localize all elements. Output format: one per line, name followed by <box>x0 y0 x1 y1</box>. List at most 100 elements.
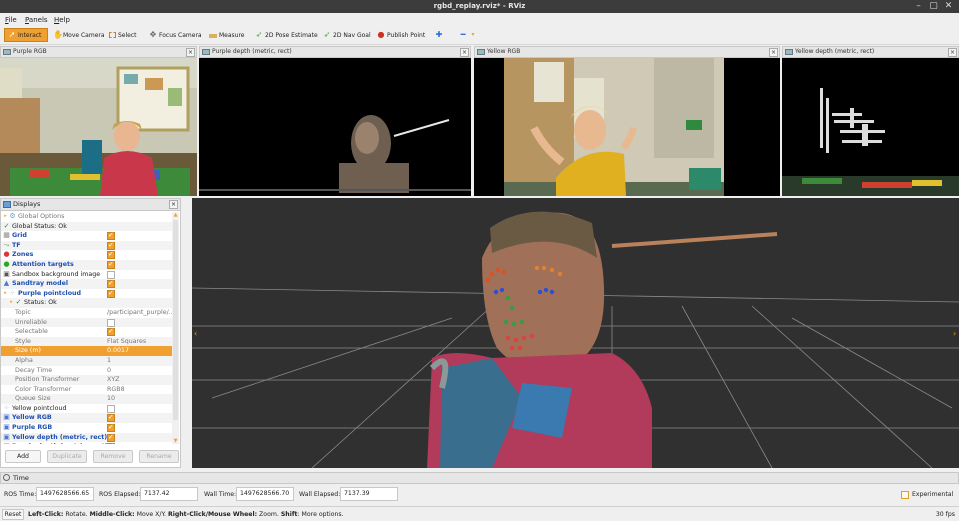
display-row[interactable]: ▣ Purple RGB <box>1 423 173 433</box>
display-row[interactable]: Alpha 1 <box>1 355 173 366</box>
display-row-label: Sandbox background image <box>12 270 101 278</box>
display-enable-checkbox[interactable] <box>107 433 115 442</box>
duplicate-display-button[interactable]: Duplicate <box>47 450 87 463</box>
display-row-value[interactable]: 0 <box>107 366 111 376</box>
display-row-value[interactable]: Flat Squares <box>107 337 146 347</box>
display-enable-checkbox[interactable] <box>107 260 115 270</box>
scroll-down-icon[interactable]: ▼ <box>172 438 179 444</box>
display-enable-checkbox[interactable] <box>107 231 115 241</box>
ros-elapsed-field[interactable]: 7137.42 <box>140 487 198 501</box>
display-enable-checkbox[interactable] <box>107 404 115 413</box>
nav-goal-tool-button[interactable]: ➶ 2D Nav Goal <box>320 28 374 42</box>
display-row[interactable]: ▣ Sandbox background image <box>1 270 173 280</box>
close-panel-button[interactable]: × <box>769 48 778 57</box>
display-row[interactable]: Unreliable <box>1 317 173 328</box>
image-icon <box>477 49 485 55</box>
display-row-label: Purple pointcloud <box>18 289 82 297</box>
publish-point-tool-button[interactable]: ● Publish Point <box>374 28 428 42</box>
display-enable-checkbox[interactable] <box>107 241 115 250</box>
display-enable-checkbox[interactable] <box>107 423 115 433</box>
map-pin-icon: ● <box>377 30 385 39</box>
interact-tool-button[interactable]: ➚ Interact <box>4 28 48 42</box>
display-row-value[interactable]: 1 <box>107 356 111 366</box>
pose-estimate-tool-button[interactable]: ➶ 2D Pose Estimate <box>252 28 321 42</box>
display-enable-checkbox[interactable] <box>107 327 115 337</box>
select-tool-button[interactable]: Select <box>106 28 140 42</box>
minimize-icon[interactable]: – <box>913 1 924 12</box>
gear-icon: ⚙ <box>9 212 16 220</box>
collapse-left-icon[interactable]: ‹ <box>194 329 197 338</box>
expand-arrow-icon[interactable]: ▸ <box>2 290 9 297</box>
status-bar: Reset Left-Click: Rotate. Middle-Click: … <box>0 506 959 521</box>
display-row[interactable]: ✓ Global Status: Ok <box>1 221 173 232</box>
remove-display-button[interactable]: Remove <box>93 450 133 463</box>
display-row-value[interactable]: 0.0017 <box>107 346 129 356</box>
attention-icon: ● <box>3 259 10 268</box>
display-row[interactable]: ▦ Grid <box>1 231 173 241</box>
focus-camera-tool-button[interactable]: ✥ Focus Camera <box>146 28 205 42</box>
experimental-label: Experimental <box>912 491 954 498</box>
display-enable-checkbox[interactable] <box>107 279 115 289</box>
displays-scrollbar[interactable]: ▲ ▼ <box>172 212 179 444</box>
display-row[interactable]: Topic/participant_purple/... <box>1 308 173 318</box>
scroll-up-icon[interactable]: ▲ <box>172 212 179 218</box>
panel-splitter[interactable] <box>182 198 192 468</box>
displays-tree: ▸⚙Global Options✓Global Status: Ok▦Grid⤳… <box>1 212 173 444</box>
wall-time-field[interactable]: 1497628566.70 <box>236 487 294 501</box>
display-row[interactable]: Size (m) 0.0017 <box>1 346 173 356</box>
render-3d-view[interactable]: ‹ › <box>192 198 959 468</box>
close-panel-button[interactable]: × <box>948 48 957 57</box>
close-panel-button[interactable]: × <box>460 48 469 57</box>
display-row-value[interactable]: /participant_purple/... <box>107 308 173 318</box>
display-row[interactable]: ▸ ⚙ Global Options <box>1 212 173 222</box>
close-icon[interactable]: ✕ <box>943 1 954 12</box>
display-row[interactable]: Decay Time 0 <box>1 366 173 376</box>
display-row[interactable]: ● Zones <box>1 250 173 260</box>
display-row[interactable]: Queue Size 10 <box>1 394 173 404</box>
collapse-right-icon[interactable]: › <box>953 329 956 338</box>
display-row[interactable]: Color Transformer RGB8 <box>1 385 173 395</box>
display-row[interactable]: Selectable <box>1 327 173 337</box>
display-row[interactable]: ▣ Yellow depth (metric, rect) <box>1 432 173 443</box>
reset-button[interactable]: Reset <box>2 509 24 520</box>
display-enable-checkbox[interactable] <box>107 413 115 423</box>
maximize-icon[interactable]: ▢ <box>928 1 939 12</box>
display-row-value[interactable]: 10 <box>107 394 115 404</box>
display-row-value[interactable]: RGB8 <box>107 385 125 395</box>
display-row[interactable]: ▸ ⁘ Purple pointcloud <box>1 289 173 298</box>
display-row[interactable]: ▲ Sandtray model <box>1 279 173 289</box>
remove-tool-button[interactable]: ━ ▾ <box>456 28 480 42</box>
experimental-checkbox[interactable] <box>901 491 909 499</box>
menu-help[interactable]: Help <box>54 16 70 24</box>
display-row[interactable]: ⁘ Yellow pointcloud <box>1 404 173 414</box>
time-panel: ROS Time: 1497628566.65 ROS Elapsed: 713… <box>0 484 959 504</box>
display-row-value[interactable]: XYZ <box>107 375 119 385</box>
add-display-button[interactable]: Add <box>5 450 41 463</box>
move-camera-tool-button[interactable]: ✋ Move Camera <box>50 28 108 42</box>
expand-arrow-icon[interactable]: ▸ <box>8 299 15 306</box>
ros-time-field[interactable]: 1497628566.65 <box>36 487 94 501</box>
display-enable-checkbox[interactable] <box>107 442 115 444</box>
display-row[interactable]: ⤳ TF <box>1 240 173 251</box>
ros-elapsed-label: ROS Elapsed: <box>99 491 141 498</box>
menu-panels[interactable]: Panels <box>25 16 48 24</box>
menu-file[interactable]: File <box>5 16 17 24</box>
display-enable-checkbox[interactable] <box>107 289 115 298</box>
display-row[interactable]: ▣ Yellow RGB <box>1 413 173 424</box>
add-tool-button[interactable]: ✚ <box>432 28 446 42</box>
measure-tool-button[interactable]: Measure <box>206 28 248 42</box>
display-enable-checkbox[interactable] <box>107 250 115 260</box>
expand-arrow-icon[interactable]: ▸ <box>2 213 9 220</box>
wall-elapsed-field[interactable]: 7137.39 <box>340 487 398 501</box>
display-row[interactable]: ● Attention targets <box>1 259 173 270</box>
scrollbar-thumb[interactable] <box>173 220 178 420</box>
display-row[interactable]: Style Flat Squares <box>1 336 173 347</box>
display-enable-checkbox[interactable] <box>107 270 115 279</box>
rename-display-button[interactable]: Rename <box>139 450 179 463</box>
close-panel-button[interactable]: × <box>186 48 195 57</box>
display-row[interactable]: ▸ ✓ Status: Ok <box>1 298 173 308</box>
display-row[interactable]: Position Transformer XYZ <box>1 375 173 385</box>
close-panel-button[interactable]: × <box>169 200 178 209</box>
display-enable-checkbox[interactable] <box>107 318 115 327</box>
display-row[interactable]: ▣Purple depth (metric, rect) <box>1 442 173 444</box>
